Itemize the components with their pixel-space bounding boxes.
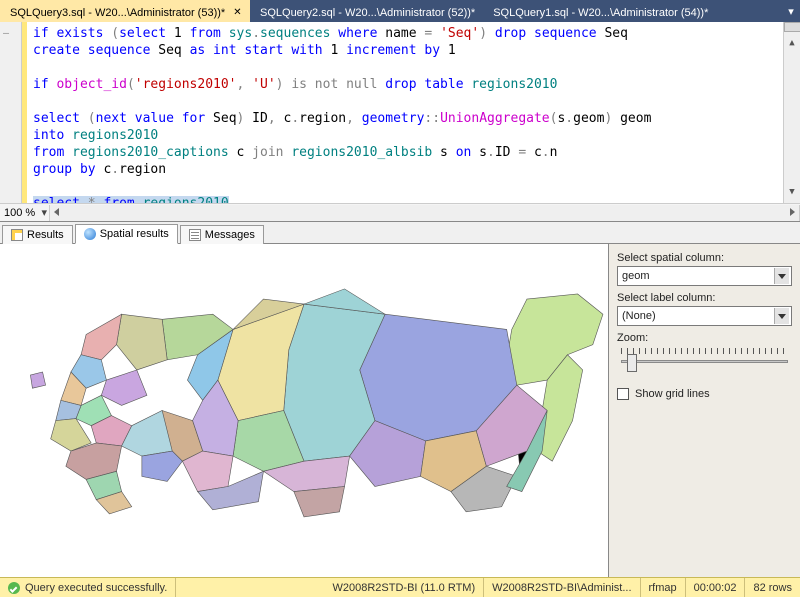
- status-user: W2008R2STD-BI\Administ...: [484, 578, 640, 597]
- tab-label: Messages: [205, 229, 255, 241]
- grid-icon: [11, 229, 23, 241]
- show-grid-lines-checkbox[interactable]: Show grid lines: [617, 388, 792, 400]
- tab-label: SQLQuery2.sql - W20...\Administrator (52…: [260, 7, 475, 19]
- tab-sqlquery1[interactable]: SQLQuery1.sql - W20...\Administrator (54…: [483, 0, 716, 22]
- spatial-map[interactable]: [0, 244, 608, 577]
- messages-icon: [189, 229, 201, 241]
- chevron-down-icon: [774, 308, 789, 324]
- status-bar: Query executed successfully. W2008R2STD-…: [0, 577, 800, 597]
- result-pane: Select spatial column: geom Select label…: [0, 244, 800, 577]
- document-tabstrip: SQLQuery3.sql - W20...\Administrator (53…: [0, 0, 800, 22]
- checkbox-icon: [617, 388, 629, 400]
- tab-results[interactable]: Results: [2, 225, 73, 244]
- label-column-select[interactable]: (None): [617, 306, 792, 326]
- zoom-label: Zoom:: [617, 332, 792, 344]
- slider-thumb[interactable]: [627, 354, 637, 372]
- tab-label: SQLQuery1.sql - W20...\Administrator (54…: [493, 7, 708, 19]
- status-rowcount: 82 rows: [745, 578, 800, 597]
- tab-spatial-results[interactable]: Spatial results: [75, 224, 178, 244]
- chevron-down-icon: [774, 268, 789, 284]
- code-area[interactable]: if exists (select 1 from sys.sequences w…: [27, 22, 783, 203]
- spatial-options-panel: Select spatial column: geom Select label…: [608, 244, 800, 577]
- scroll-down-icon[interactable]: ▼: [789, 182, 794, 203]
- editor-gutter[interactable]: –: [0, 22, 22, 203]
- spatial-column-select[interactable]: geom: [617, 266, 792, 286]
- label-column-value: (None): [622, 310, 656, 322]
- spatial-column-value: geom: [622, 270, 650, 282]
- status-elapsed: 00:00:02: [686, 578, 746, 597]
- checkbox-label: Show grid lines: [635, 388, 710, 400]
- tab-overflow-button[interactable]: ▾: [782, 0, 800, 22]
- scroll-up-icon[interactable]: ▲: [789, 33, 794, 54]
- close-icon[interactable]: ✕: [231, 7, 243, 18]
- zoom-slider[interactable]: [617, 346, 792, 372]
- sql-editor: – if exists (select 1 from sys.sequences…: [0, 22, 800, 222]
- zoom-dropdown-icon[interactable]: ▾: [39, 206, 49, 219]
- status-database: rfmap: [641, 578, 686, 597]
- zoom-level[interactable]: 100 %: [0, 207, 39, 219]
- tab-messages[interactable]: Messages: [180, 225, 264, 244]
- globe-icon: [84, 228, 96, 240]
- tab-label: SQLQuery3.sql - W20...\Administrator (53…: [10, 7, 225, 19]
- tab-label: Spatial results: [100, 228, 169, 240]
- result-tabstrip: Results Spatial results Messages: [0, 222, 800, 244]
- status-message: Query executed successfully.: [25, 582, 167, 594]
- success-icon: [8, 582, 20, 594]
- editor-footer: 100 % ▾: [0, 203, 800, 221]
- status-server: W2008R2STD-BI (11.0 RTM): [325, 578, 485, 597]
- tab-sqlquery3[interactable]: SQLQuery3.sql - W20...\Administrator (53…: [0, 0, 250, 22]
- vertical-scrollbar[interactable]: ▲ ▼: [783, 22, 800, 203]
- horizontal-scrollbar[interactable]: [49, 205, 800, 221]
- spatial-column-label: Select spatial column:: [617, 252, 792, 264]
- tab-label: Results: [27, 229, 64, 241]
- label-column-label: Select label column:: [617, 292, 792, 304]
- split-handle[interactable]: [784, 22, 800, 32]
- tab-sqlquery2[interactable]: SQLQuery2.sql - W20...\Administrator (52…: [250, 0, 483, 22]
